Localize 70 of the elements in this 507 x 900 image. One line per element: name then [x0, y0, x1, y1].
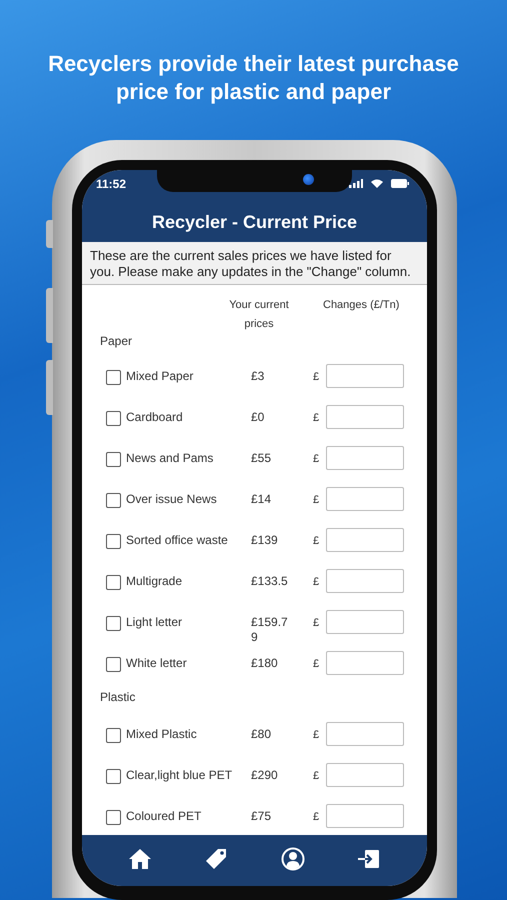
item-price: £55 — [251, 451, 272, 466]
currency-symbol: £ — [313, 453, 320, 465]
checkbox[interactable] — [106, 370, 121, 385]
checkbox[interactable] — [106, 493, 121, 508]
item-name: Mixed Paper — [126, 369, 194, 384]
item-name: News and Pams — [126, 451, 214, 466]
section-title: Plastic — [99, 690, 136, 706]
item-name: Over issue News — [126, 492, 218, 507]
price-input[interactable] — [326, 610, 404, 634]
currency-symbol: £ — [313, 576, 320, 588]
item-price: £133.5 — [251, 574, 289, 589]
price-input[interactable] — [326, 804, 404, 828]
currency-symbol: £ — [313, 617, 320, 629]
item-name: Light letter — [126, 615, 184, 630]
checkbox[interactable] — [106, 575, 121, 590]
price-input[interactable] — [326, 763, 404, 787]
home-icon[interactable] — [128, 846, 152, 870]
column-header: Your current prices — [228, 298, 290, 332]
item-price: £139 — [251, 533, 279, 548]
item-price: £80 — [251, 727, 272, 742]
item-name: Sorted office waste — [126, 533, 229, 548]
price-input[interactable] — [326, 569, 404, 593]
item-name: White letter — [126, 656, 188, 671]
currency-symbol: £ — [313, 658, 320, 670]
headline-text: Recyclers provide their latest purchase price for plastic and paper — [47, 50, 460, 106]
currency-symbol: £ — [313, 535, 320, 547]
item-price: £14 — [251, 492, 272, 507]
section-title: Paper — [99, 334, 134, 350]
camera-icon — [303, 174, 314, 185]
screen-title: Recycler - Current Price — [150, 212, 358, 233]
checkbox[interactable] — [106, 657, 121, 672]
currency-symbol: £ — [313, 494, 320, 506]
item-name: Cardboard — [126, 410, 184, 425]
price-input[interactable] — [326, 528, 404, 552]
currency-symbol: £ — [313, 729, 320, 741]
column-header: Changes (£/Tn) — [323, 298, 400, 313]
item-name: Mixed Plastic — [126, 727, 198, 742]
checkbox[interactable] — [106, 769, 121, 784]
signal-icon — [349, 179, 363, 188]
item-price: £3 — [251, 369, 266, 384]
item-name: Multigrade — [126, 574, 184, 589]
price-input[interactable] — [326, 722, 404, 746]
checkbox[interactable] — [106, 534, 121, 549]
currency-symbol: £ — [313, 371, 320, 383]
battery-icon — [391, 179, 409, 188]
tag-icon[interactable] — [204, 846, 228, 870]
price-input[interactable] — [326, 651, 404, 675]
checkbox[interactable] — [106, 810, 121, 825]
currency-symbol: £ — [313, 770, 320, 782]
item-price: £159.79 — [251, 615, 289, 645]
checkbox[interactable] — [106, 728, 121, 743]
price-input[interactable] — [326, 405, 404, 429]
currency-symbol: £ — [313, 811, 320, 823]
checkbox[interactable] — [106, 411, 121, 426]
checkbox[interactable] — [106, 616, 121, 631]
item-name: Clear,light blue PET — [126, 768, 234, 783]
checkbox[interactable] — [106, 452, 121, 467]
item-name: Coloured PET — [126, 809, 202, 824]
wifi-icon — [371, 179, 383, 188]
item-price: £75 — [251, 809, 272, 824]
intro-text: These are the current sales prices we have listed for you. Please make any updates in the "Change" column. — [82, 242, 427, 285]
price-input[interactable] — [326, 446, 404, 470]
currency-symbol: £ — [313, 412, 320, 424]
item-price: £180 — [251, 656, 279, 671]
item-price: £290 — [251, 768, 279, 783]
price-input[interactable] — [326, 487, 404, 511]
item-price: £0 — [251, 410, 266, 425]
profile-icon[interactable] — [280, 846, 305, 870]
price-input[interactable] — [326, 364, 404, 388]
status-time: 11:52 — [96, 177, 126, 191]
